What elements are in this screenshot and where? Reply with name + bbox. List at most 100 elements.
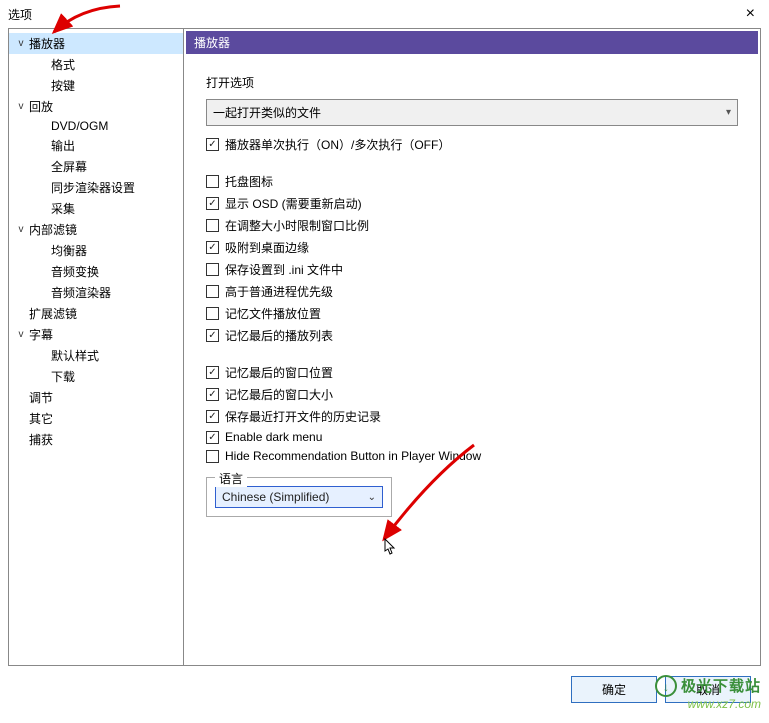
language-select[interactable]: Chinese (Simplified) ⌄ xyxy=(215,486,383,508)
checkbox-label: 记忆最后的窗口位置 xyxy=(225,364,333,381)
tree-item-label: 默认样式 xyxy=(51,347,99,364)
checkbox[interactable] xyxy=(206,307,219,320)
tree-collapse-icon[interactable]: v xyxy=(15,224,27,235)
tree-item[interactable]: 调节 xyxy=(9,387,183,408)
tree-item-label: 均衡器 xyxy=(51,242,87,259)
tree-item[interactable]: 其它 xyxy=(9,408,183,429)
titlebar: 选项 × xyxy=(0,0,769,28)
tree-item[interactable]: v内部滤镜 xyxy=(9,219,183,240)
tree-item[interactable]: 格式 xyxy=(9,54,183,75)
tree-item-label: 内部滤镜 xyxy=(29,221,77,238)
tree-item[interactable]: 音频渲染器 xyxy=(9,282,183,303)
dialog-footer: 确定 取消 xyxy=(0,666,769,713)
tree-item-label: 其它 xyxy=(29,410,53,427)
checkbox[interactable] xyxy=(206,410,219,423)
main-area: v播放器格式按键v回放DVD/OGM输出全屏幕同步渲染器设置采集v内部滤镜均衡器… xyxy=(0,28,769,666)
checkbox-label: 在调整大小时限制窗口比例 xyxy=(225,217,369,234)
tree-item-label: 音频渲染器 xyxy=(51,284,111,301)
checkbox-row: 记忆文件播放位置 xyxy=(206,305,738,322)
tree-item[interactable]: 下载 xyxy=(9,366,183,387)
checkbox-row: 记忆最后的窗口大小 xyxy=(206,386,738,403)
checkbox-label: Hide Recommendation Button in Player Win… xyxy=(225,449,481,463)
checkbox[interactable] xyxy=(206,431,219,444)
language-legend: 语言 xyxy=(215,470,247,487)
checkbox-label: 吸附到桌面边缘 xyxy=(225,239,309,256)
tree-item-label: 回放 xyxy=(29,98,53,115)
checkbox-row: 显示 OSD (需要重新启动) xyxy=(206,195,738,212)
chevron-down-icon: ⌄ xyxy=(368,492,376,503)
checkbox[interactable] xyxy=(206,329,219,342)
checkbox-row: Hide Recommendation Button in Player Win… xyxy=(206,449,738,463)
checkbox-label: Enable dark menu xyxy=(225,430,322,444)
close-button[interactable]: × xyxy=(740,5,761,23)
checkbox-row: 在调整大小时限制窗口比例 xyxy=(206,217,738,234)
tree-item[interactable]: 采集 xyxy=(9,198,183,219)
checkbox-label: 记忆最后的播放列表 xyxy=(225,327,333,344)
checkbox[interactable] xyxy=(206,285,219,298)
checkbox[interactable] xyxy=(206,138,219,151)
language-value: Chinese (Simplified) xyxy=(222,490,329,504)
checkbox[interactable] xyxy=(206,450,219,463)
checkbox-label: 托盘图标 xyxy=(225,173,273,190)
tree-item-label: 格式 xyxy=(51,56,75,73)
window-title: 选项 xyxy=(8,6,32,23)
checkbox-label: 高于普通进程优先级 xyxy=(225,283,333,300)
tree-collapse-icon[interactable]: v xyxy=(15,38,27,49)
checkbox-label: 保存最近打开文件的历史记录 xyxy=(225,408,381,425)
tree-item-label: 同步渲染器设置 xyxy=(51,179,135,196)
checkbox[interactable] xyxy=(206,388,219,401)
checkbox[interactable] xyxy=(206,263,219,276)
tree-item[interactable]: DVD/OGM xyxy=(9,117,183,135)
checkbox-label: 显示 OSD (需要重新启动) xyxy=(225,195,362,212)
checkbox-label: 保存设置到 .ini 文件中 xyxy=(225,261,343,278)
checkbox-row: 高于普通进程优先级 xyxy=(206,283,738,300)
checkbox[interactable] xyxy=(206,175,219,188)
tree-item[interactable]: 捕获 xyxy=(9,429,183,450)
tree-collapse-icon[interactable]: v xyxy=(15,329,27,340)
tree-item[interactable]: 全屏幕 xyxy=(9,156,183,177)
checkbox-row: 记忆最后的播放列表 xyxy=(206,327,738,344)
checkbox-label: 记忆文件播放位置 xyxy=(225,305,321,322)
tree-item[interactable]: v回放 xyxy=(9,96,183,117)
tree-item-label: DVD/OGM xyxy=(51,119,108,133)
tree-item-label: 播放器 xyxy=(29,35,65,52)
checkbox-row: 保存最近打开文件的历史记录 xyxy=(206,408,738,425)
checkbox[interactable] xyxy=(206,366,219,379)
checkbox-label: 记忆最后的窗口大小 xyxy=(225,386,333,403)
tree-item-label: 音频变换 xyxy=(51,263,99,280)
tree-item[interactable]: 默认样式 xyxy=(9,345,183,366)
tree-item[interactable]: v字幕 xyxy=(9,324,183,345)
tree-item-label: 扩展滤镜 xyxy=(29,305,77,322)
checkbox-row: 吸附到桌面边缘 xyxy=(206,239,738,256)
open-options-select[interactable]: 一起打开类似的文件 ▾ xyxy=(206,99,738,126)
section-header: 播放器 xyxy=(186,31,758,54)
tree-item[interactable]: 输出 xyxy=(9,135,183,156)
open-options-value: 一起打开类似的文件 xyxy=(213,104,321,121)
cancel-button[interactable]: 取消 xyxy=(665,676,751,703)
tree-item-label: 按键 xyxy=(51,77,75,94)
tree-item[interactable]: 按键 xyxy=(9,75,183,96)
open-options-label: 打开选项 xyxy=(206,74,738,91)
checkbox[interactable] xyxy=(206,197,219,210)
tree-item-label: 输出 xyxy=(51,137,75,154)
content-panel: 播放器 打开选项 一起打开类似的文件 ▾ 播放器单次执行（ON）/多次执行（OF… xyxy=(184,28,761,666)
tree-item-label: 捕获 xyxy=(29,431,53,448)
checkbox[interactable] xyxy=(206,219,219,232)
tree-item[interactable]: v播放器 xyxy=(9,33,183,54)
ok-button[interactable]: 确定 xyxy=(571,676,657,703)
checkbox-row: 保存设置到 .ini 文件中 xyxy=(206,261,738,278)
tree-item[interactable]: 音频变换 xyxy=(9,261,183,282)
tree-collapse-icon[interactable]: v xyxy=(15,101,27,112)
tree-item-label: 字幕 xyxy=(29,326,53,343)
tree-item-label: 全屏幕 xyxy=(51,158,87,175)
checkbox-row: Enable dark menu xyxy=(206,430,738,444)
checkbox-row: 记忆最后的窗口位置 xyxy=(206,364,738,381)
tree-item[interactable]: 均衡器 xyxy=(9,240,183,261)
tree-item-label: 下载 xyxy=(51,368,75,385)
tree-item[interactable]: 同步渲染器设置 xyxy=(9,177,183,198)
category-tree[interactable]: v播放器格式按键v回放DVD/OGM输出全屏幕同步渲染器设置采集v内部滤镜均衡器… xyxy=(8,28,184,666)
checkbox[interactable] xyxy=(206,241,219,254)
tree-item[interactable]: 扩展滤镜 xyxy=(9,303,183,324)
chevron-down-icon: ▾ xyxy=(726,107,731,118)
checkbox-row: 播放器单次执行（ON）/多次执行（OFF） xyxy=(206,136,738,153)
